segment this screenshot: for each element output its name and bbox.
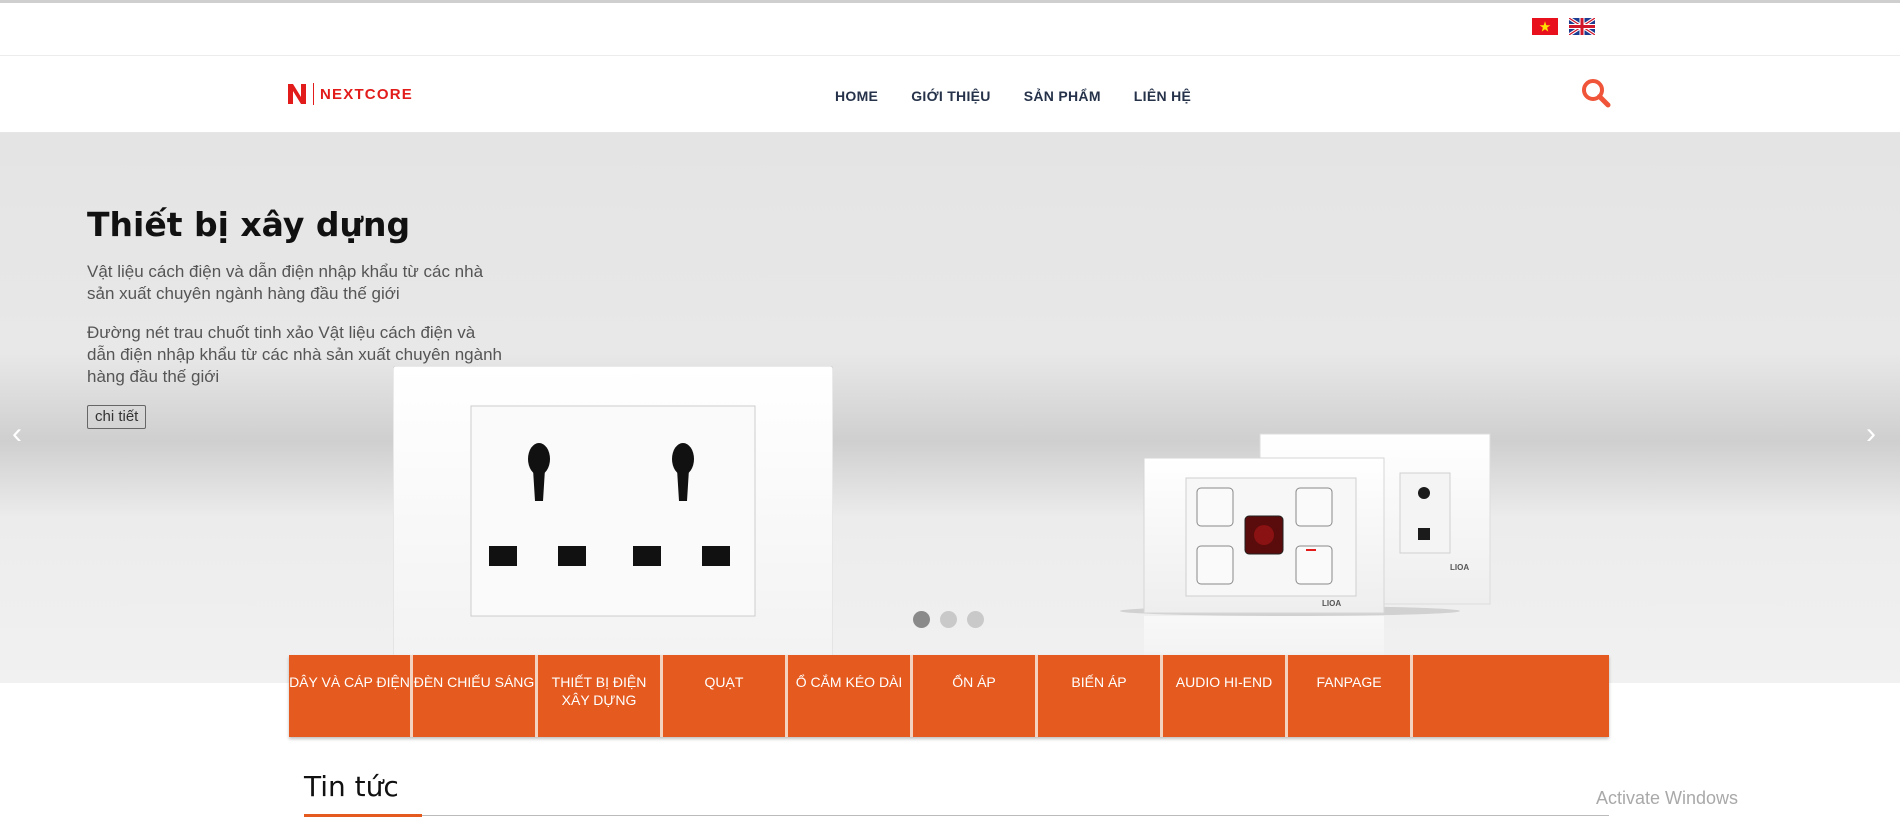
universal-socket-image — [393, 366, 833, 677]
main-menu: HOME GIỚI THIỆU SẢN PHẨM LIÊN HỆ — [835, 88, 1191, 104]
slider-next-icon[interactable]: › — [1866, 419, 1876, 449]
slider-dots — [913, 611, 984, 628]
category-fans[interactable]: QUẠT — [663, 655, 788, 737]
slider-prev-icon[interactable]: ‹ — [12, 419, 22, 449]
slider-dot-2[interactable] — [940, 611, 957, 628]
main-navbar: NEXTCORE HOME GIỚI THIỆU SẢN PHẨM LIÊN H… — [0, 57, 1900, 133]
hero-title: Thiết bị xây dựng — [87, 205, 411, 244]
hero-slider: LIOA LIOA Thiết bị xây dựng Vật liệu các… — [0, 133, 1900, 683]
search-icon[interactable] — [1580, 77, 1612, 109]
hero-description: Vật liệu cách điện và dẫn điện nhập khẩu… — [87, 262, 484, 303]
logo-separator — [313, 83, 314, 105]
category-audio[interactable]: AUDIO HI-END — [1163, 655, 1288, 737]
slider-dot-1[interactable] — [913, 611, 930, 628]
svg-text:LIOA: LIOA — [1322, 599, 1341, 608]
category-building-electrical[interactable]: THIẾT BỊ ĐIỆN XÂY DỰNG — [538, 655, 663, 737]
detail-button[interactable]: chi tiết — [87, 405, 147, 429]
flag-en-icon[interactable] — [1569, 18, 1595, 35]
nav-contact[interactable]: LIÊN HỆ — [1134, 88, 1191, 104]
svg-text:LIOA: LIOA — [1450, 563, 1469, 572]
category-extension-sockets[interactable]: Ổ CẮM KÉO DÀI — [788, 655, 913, 737]
switch-panels-image: LIOA LIOA — [1120, 433, 1491, 676]
category-cables[interactable]: DÂY VÀ CÁP ĐIỆN — [289, 655, 413, 737]
windows-activation-watermark: Activate Windows — [1596, 788, 1739, 808]
category-fanpage[interactable]: FANPAGE — [1288, 655, 1413, 737]
category-lighting[interactable]: ĐÈN CHIẾU SÁNG — [413, 655, 538, 737]
news-divider — [304, 815, 1609, 816]
logo-n-icon — [288, 84, 306, 104]
nav-about[interactable]: GIỚI THIỆU — [911, 88, 991, 104]
nav-products[interactable]: SẢN PHẨM — [1024, 88, 1101, 104]
language-bar — [0, 3, 1900, 56]
flag-vn-icon[interactable] — [1532, 18, 1558, 35]
slider-dot-3[interactable] — [967, 611, 984, 628]
logo[interactable]: NEXTCORE — [287, 81, 413, 107]
news-heading: Tin tức — [304, 770, 399, 803]
hero-description-2: Đường nét trau chuốt tinh xảo Vật liệu c… — [87, 323, 502, 386]
category-transformers[interactable]: BIẾN ÁP — [1038, 655, 1163, 737]
logo-text: NEXTCORE — [320, 85, 413, 103]
category-empty-slot — [1413, 655, 1609, 737]
news-heading-underline — [304, 814, 422, 817]
nav-home[interactable]: HOME — [835, 88, 878, 104]
category-stabilizers[interactable]: ỔN ÁP — [913, 655, 1038, 737]
category-bar: DÂY VÀ CÁP ĐIỆN ĐÈN CHIẾU SÁNG THIẾT BỊ … — [289, 655, 1609, 737]
